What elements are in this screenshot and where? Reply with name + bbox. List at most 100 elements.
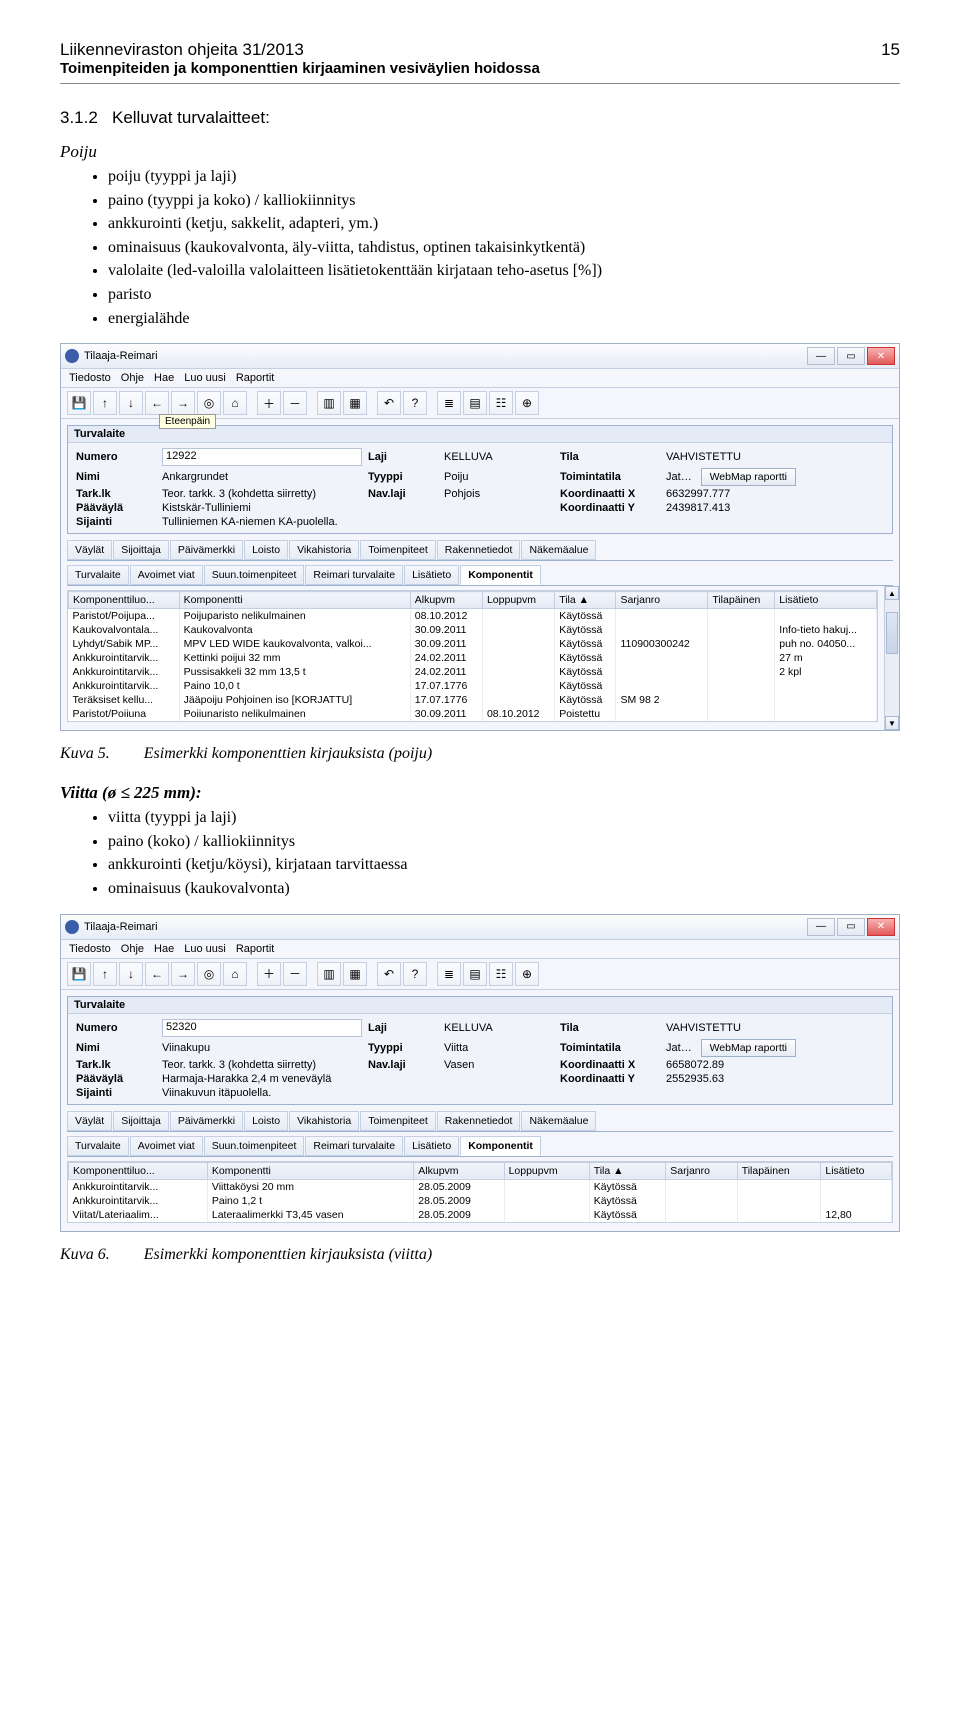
maximize-button[interactable]: ▭ [837, 347, 865, 365]
col-header[interactable]: Tila ▲ [589, 1162, 666, 1179]
close-button[interactable]: ✕ [867, 347, 895, 365]
menu-item[interactable]: Raportit [236, 943, 275, 955]
arrow-left-icon[interactable]: ← [145, 962, 169, 986]
scroll-thumb[interactable] [886, 612, 898, 654]
tab[interactable]: Toimenpiteet [360, 1111, 436, 1131]
tab[interactable]: Avoimet viat [130, 565, 203, 585]
col-header[interactable]: Alkupvm [410, 592, 482, 609]
tab[interactable]: Väylät [67, 540, 112, 560]
arrow-right-icon[interactable]: → [171, 391, 195, 415]
menu-item[interactable]: Hae [154, 943, 174, 955]
col-header[interactable]: Komponentti [179, 592, 410, 609]
home-icon[interactable]: ⌂ [223, 391, 247, 415]
table-icon[interactable]: ▤ [463, 391, 487, 415]
undo-icon[interactable]: ↶ [377, 962, 401, 986]
plus-icon[interactable]: ＋ [257, 391, 281, 415]
tab[interactable]: Vikahistoria [289, 1111, 359, 1131]
chart-icon[interactable]: ☷ [489, 391, 513, 415]
arrow-left-icon[interactable]: ← [145, 391, 169, 415]
col-header[interactable]: Loppupvm [482, 592, 554, 609]
chart-icon[interactable]: ☷ [489, 962, 513, 986]
col-header[interactable]: Tilapäinen [708, 592, 775, 609]
menu-item[interactable]: Tiedosto [69, 372, 111, 384]
tab-komponentit[interactable]: Komponentit [460, 1136, 541, 1156]
col-header[interactable]: Sarjanro [616, 592, 708, 609]
tab[interactable]: Toimenpiteet [360, 540, 436, 560]
tab[interactable]: Väylät [67, 1111, 112, 1131]
tab[interactable]: Sijoittaja [113, 1111, 169, 1131]
globe-icon[interactable]: ⊕ [515, 962, 539, 986]
tab[interactable]: Reimari turvalaite [305, 1136, 403, 1156]
minimize-button[interactable]: — [807, 347, 835, 365]
minimize-button[interactable]: — [807, 918, 835, 936]
minus-icon[interactable]: － [283, 962, 307, 986]
table-row[interactable]: Ankkurointitarvik...Paino 1,2 t28.05.200… [69, 1194, 892, 1208]
bars-icon[interactable]: ≣ [437, 391, 461, 415]
tab[interactable]: Päivämerkki [170, 1111, 243, 1131]
table-row[interactable]: Ankkurointitarvik...Viittaköysi 20 mm28.… [69, 1179, 892, 1194]
columns-icon[interactable]: ▥ [317, 391, 341, 415]
globe-icon[interactable]: ⊕ [515, 391, 539, 415]
help-icon[interactable]: ? [403, 962, 427, 986]
home-icon[interactable]: ⌂ [223, 962, 247, 986]
tab[interactable]: Rakennetiedot [437, 540, 521, 560]
maximize-button[interactable]: ▭ [837, 918, 865, 936]
tab[interactable]: Sijoittaja [113, 540, 169, 560]
col-header[interactable]: Alkupvm [414, 1162, 504, 1179]
col-header[interactable]: Tila ▲ [555, 592, 616, 609]
tab[interactable]: Reimari turvalaite [305, 565, 403, 585]
webmap-report-button[interactable]: WebMap raportti [701, 468, 796, 486]
col-header[interactable]: Sarjanro [666, 1162, 737, 1179]
menu-item[interactable]: Luo uusi [184, 943, 226, 955]
tab[interactable]: Loisto [244, 1111, 288, 1131]
tab[interactable]: Turvalaite [67, 565, 129, 585]
webmap-report-button[interactable]: WebMap raportti [701, 1039, 796, 1057]
close-button[interactable]: ✕ [867, 918, 895, 936]
help-icon[interactable]: ? [403, 391, 427, 415]
table-row[interactable]: Kaukovalvontala...Kaukovalvonta30.09.201… [69, 623, 877, 637]
table-icon[interactable]: ▤ [463, 962, 487, 986]
menu-item[interactable]: Ohje [121, 943, 144, 955]
table-row[interactable]: Paristot/PoiiunaPoiiunaristo nelikulmain… [69, 707, 877, 721]
col-header[interactable]: Komponenttiluo... [69, 592, 180, 609]
arrow-right-icon[interactable]: → [171, 962, 195, 986]
columns-icon[interactable]: ▥ [317, 962, 341, 986]
target-icon[interactable]: ◎ [197, 962, 221, 986]
col-header[interactable]: Loppupvm [504, 1162, 589, 1179]
tab[interactable]: Suun.toimenpiteet [204, 565, 305, 585]
table-row[interactable]: Ankkurointitarvik...Paino 10,0 t17.07.17… [69, 679, 877, 693]
value-numero[interactable]: 52320 [162, 1019, 362, 1037]
tab[interactable]: Näkemäalue [521, 1111, 596, 1131]
col-header[interactable]: Komponenttiluo... [69, 1162, 208, 1179]
tab[interactable]: Avoimet viat [130, 1136, 203, 1156]
tab[interactable]: Turvalaite [67, 1136, 129, 1156]
tab[interactable]: Näkemäalue [521, 540, 596, 560]
menu-item[interactable]: Luo uusi [184, 372, 226, 384]
undo-icon[interactable]: ↶ [377, 391, 401, 415]
menu-item[interactable]: Tiedosto [69, 943, 111, 955]
menu-item[interactable]: Hae [154, 372, 174, 384]
value-numero[interactable]: 12922 [162, 448, 362, 466]
tab[interactable]: Päivämerkki [170, 540, 243, 560]
bars-icon[interactable]: ≣ [437, 962, 461, 986]
arrow-up-icon[interactable]: ↑ [93, 391, 117, 415]
col-header[interactable]: Komponentti [207, 1162, 413, 1179]
tab[interactable]: Rakennetiedot [437, 1111, 521, 1131]
arrow-down-icon[interactable]: ↓ [119, 962, 143, 986]
grid-icon[interactable]: ▦ [343, 962, 367, 986]
scrollbar[interactable]: ▲ ▼ [884, 586, 899, 730]
plus-icon[interactable]: ＋ [257, 962, 281, 986]
table-row[interactable]: Paristot/Poijupa...Poijuparisto nelikulm… [69, 609, 877, 624]
table-row[interactable]: Teräksiset kellu...Jääpoiju Pohjoinen is… [69, 693, 877, 707]
table-row[interactable]: Ankkurointitarvik...Pussisakkeli 32 mm 1… [69, 665, 877, 679]
arrow-down-icon[interactable]: ↓ [119, 391, 143, 415]
save-icon[interactable]: 💾 [67, 391, 91, 415]
table-row[interactable]: Ankkurointitarvik...Kettinki poijui 32 m… [69, 651, 877, 665]
tab[interactable]: Lisätieto [404, 1136, 459, 1156]
table-row[interactable]: Viitat/Lateriaalim...Lateraalimerkki T3,… [69, 1208, 892, 1222]
col-header[interactable]: Lisätieto [821, 1162, 892, 1179]
menu-item[interactable]: Ohje [121, 372, 144, 384]
tab[interactable]: Loisto [244, 540, 288, 560]
tab[interactable]: Vikahistoria [289, 540, 359, 560]
menu-item[interactable]: Raportit [236, 372, 275, 384]
